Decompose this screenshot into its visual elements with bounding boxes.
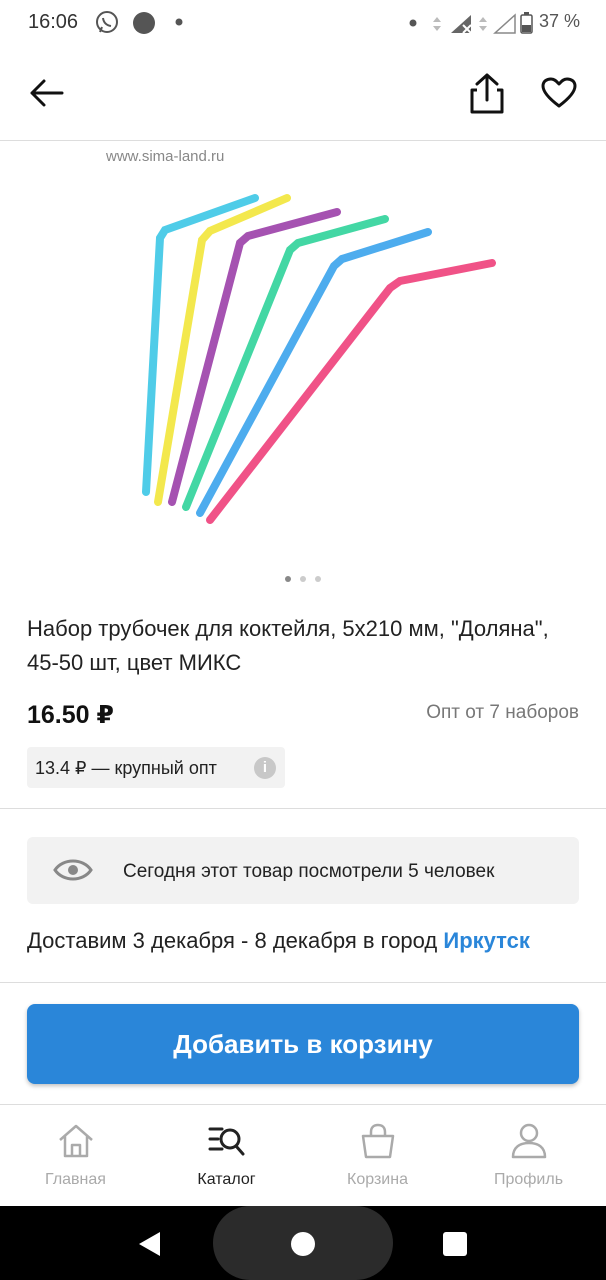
share-button[interactable] [460, 66, 514, 120]
bulk-price-badge[interactable]: 13.4 ₽ — крупный опт i [27, 747, 285, 788]
gallery-pagination [0, 576, 606, 586]
info-icon[interactable]: i [254, 757, 276, 779]
product-title: Набор трубочек для коктейля, 5х210 мм, "… [27, 616, 549, 675]
image-watermark: www.sima-land.ru [106, 148, 225, 165]
nav-item-cart[interactable]: Корзина [302, 1105, 453, 1207]
nav-label-cart: Корзина [347, 1171, 408, 1188]
add-to-cart-button[interactable]: Добавить в корзину [27, 1004, 579, 1084]
share-icon [470, 73, 504, 114]
signal-icons [409, 13, 516, 34]
system-recents-button[interactable] [441, 1230, 469, 1258]
delivery-city-link[interactable]: Иркутск [443, 928, 530, 953]
eye-icon [53, 859, 93, 881]
bottom-navigation: Главная Каталог Корзина Профиль [0, 1104, 606, 1207]
more-notifications-icon [175, 18, 183, 26]
heart-icon [541, 77, 577, 108]
nav-label-catalog: Каталог [197, 1171, 256, 1188]
pagination-dot [300, 576, 306, 582]
profile-icon [511, 1123, 547, 1159]
status-bar: 16:06 37 % [0, 0, 606, 46]
nav-item-profile[interactable]: Профиль [453, 1105, 604, 1207]
nav-label-profile: Профиль [493, 1171, 564, 1188]
nav-label-home: Главная [45, 1171, 106, 1188]
home-icon [59, 1124, 93, 1158]
system-home-button[interactable] [289, 1230, 317, 1258]
favorite-button[interactable] [532, 66, 586, 120]
bulk-price-text: 13.4 ₽ — крупный опт [35, 758, 217, 778]
views-counter-box: Сегодня этот товар посмотрели 5 человек [27, 837, 579, 904]
top-app-bar [0, 46, 606, 141]
delivery-info: Доставим 3 декабря - 8 декабря в город И… [27, 928, 530, 954]
divider [0, 982, 606, 983]
system-back-button[interactable] [136, 1230, 164, 1258]
views-text: Сегодня этот товар посмотрели 5 человек [123, 861, 495, 882]
battery-percent: 37 % [538, 11, 580, 31]
battery-icon [520, 12, 533, 34]
delivery-text: Доставим 3 декабря - 8 декабря в город [27, 928, 444, 953]
product-image [142, 194, 496, 524]
pagination-dot [315, 576, 321, 582]
status-time: 16:06 [28, 11, 79, 33]
nav-item-home[interactable]: Главная [0, 1105, 151, 1207]
nav-item-catalog[interactable]: Каталог [151, 1105, 302, 1207]
viber-icon [96, 11, 118, 33]
product-price: 16.50 ₽ [27, 701, 114, 729]
product-image-gallery[interactable] [0, 140, 606, 580]
cart-bag-icon [361, 1123, 395, 1159]
pagination-dot-active [285, 576, 291, 582]
arrow-left-icon [30, 79, 64, 107]
divider [0, 808, 606, 809]
system-navigation-bar [0, 1206, 606, 1280]
notification-dot-icon [133, 12, 155, 34]
catalog-search-icon [208, 1127, 245, 1156]
back-button[interactable] [20, 66, 74, 120]
wholesale-minimum: Опт от 7 наборов [426, 702, 579, 723]
